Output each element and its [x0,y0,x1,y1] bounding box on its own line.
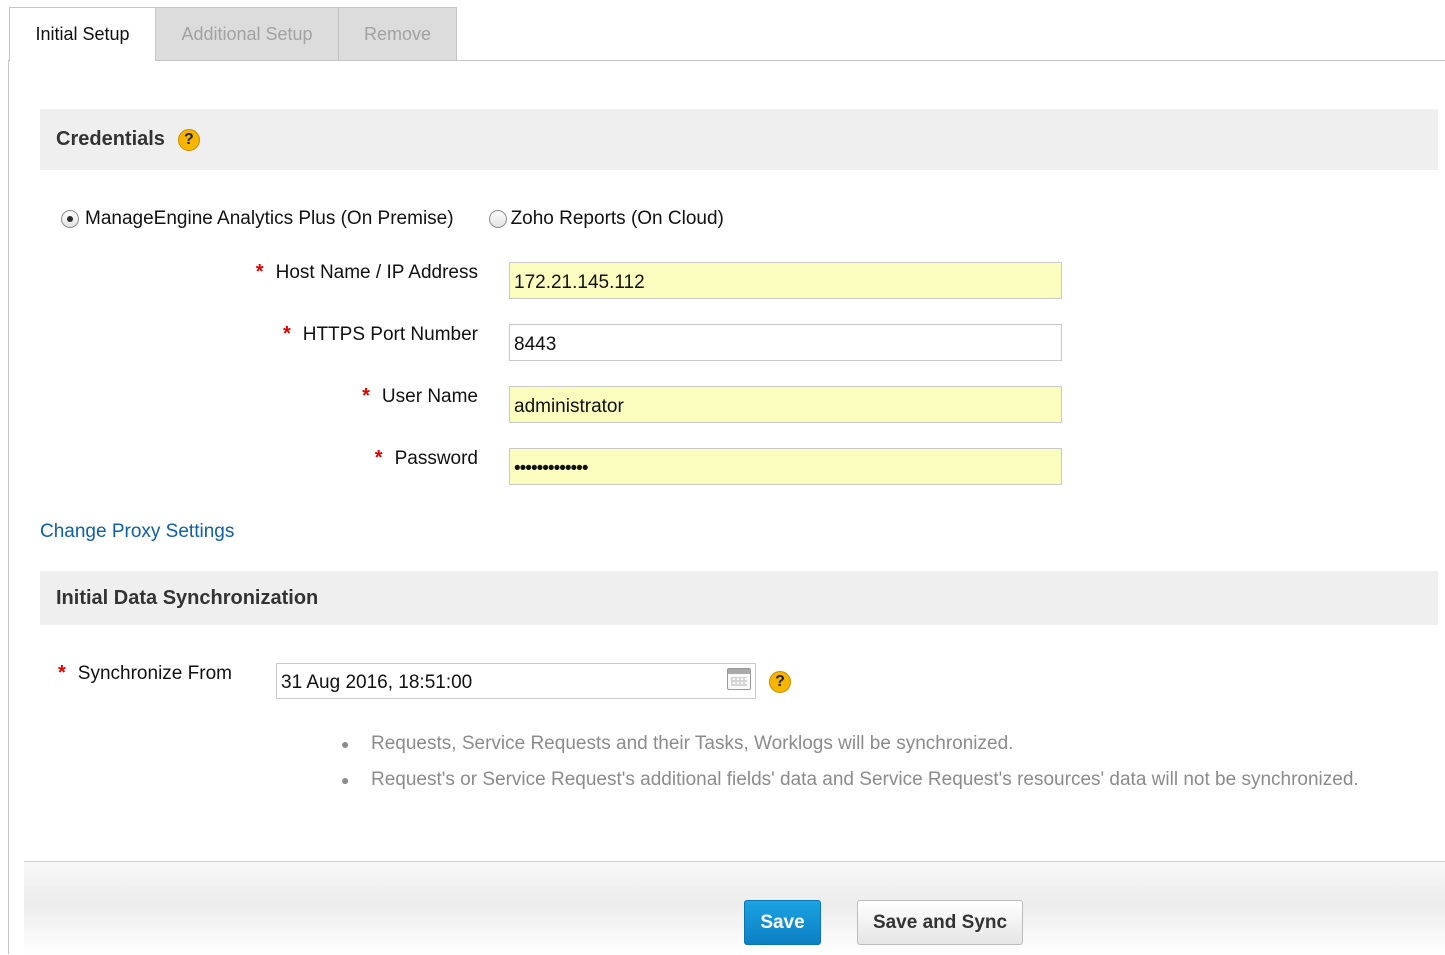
tab-additional-setup[interactable]: Additional Setup [155,7,339,60]
change-proxy-settings-link[interactable]: Change Proxy Settings [40,521,234,543]
note-text: Requests, Service Requests and their Tas… [371,733,1014,754]
list-item: ● Request's or Service Request's additio… [341,762,1359,798]
sync-notes: ● Requests, Service Requests and their T… [341,726,1359,798]
username-input[interactable] [509,386,1062,423]
port-label-text: HTTPS Port Number [302,324,478,345]
question-icon[interactable]: ? [769,671,791,693]
bullet-icon: ● [341,772,350,788]
required-marker: * [255,261,264,283]
radio-analytics-plus-label: ManageEngine Analytics Plus (On Premise) [85,208,454,229]
sync-section-header: Initial Data Synchronization [40,571,1438,625]
tab-bar: Initial Setup Additional Setup Remove [9,7,457,61]
question-icon[interactable]: ? [177,128,200,151]
radio-selected-icon[interactable] [61,210,79,228]
radio-unselected-icon[interactable] [488,210,507,228]
password-input[interactable] [509,448,1062,485]
host-label-text: Host Name / IP Address [275,262,478,283]
password-label: * Password [375,447,478,470]
sync-title: Initial Data Synchronization [56,586,319,609]
bullet-icon: ● [341,736,350,752]
port-input[interactable] [509,324,1062,361]
tab-initial-setup[interactable]: Initial Setup [9,7,156,61]
host-label: * Host Name / IP Address [256,261,478,284]
save-button[interactable]: Save [744,900,821,945]
credentials-title: Credentials [56,128,165,150]
host-input[interactable] [509,262,1062,299]
tab-remove[interactable]: Remove [338,7,457,60]
radio-analytics-plus[interactable]: ManageEngine Analytics Plus (On Premise) [61,208,454,230]
username-label-text: User Name [381,386,478,407]
radio-zoho-reports-label: Zoho Reports (On Cloud) [510,208,724,229]
sync-from-label-text: Synchronize From [77,663,232,684]
credentials-section-header: Credentials ? [40,109,1438,170]
password-label-text: Password [394,448,478,469]
username-label: * User Name [362,385,478,408]
form-footer [24,861,1445,955]
calendar-icon[interactable] [727,668,751,690]
note-text: Request's or Service Request's additiona… [371,769,1359,790]
save-and-sync-button[interactable]: Save and Sync [857,900,1023,945]
required-marker: * [282,323,291,345]
required-marker: * [374,447,383,469]
deployment-options: ManageEngine Analytics Plus (On Premise)… [61,208,724,230]
sync-from-input[interactable] [276,663,756,699]
required-marker: * [362,385,370,407]
required-marker: * [58,662,66,684]
radio-zoho-reports[interactable]: Zoho Reports (On Cloud) [488,208,724,230]
sync-from-label: * Synchronize From [58,662,232,685]
tab-panel [8,60,1445,954]
list-item: ● Requests, Service Requests and their T… [341,726,1359,762]
port-label: * HTTPS Port Number [283,323,478,346]
